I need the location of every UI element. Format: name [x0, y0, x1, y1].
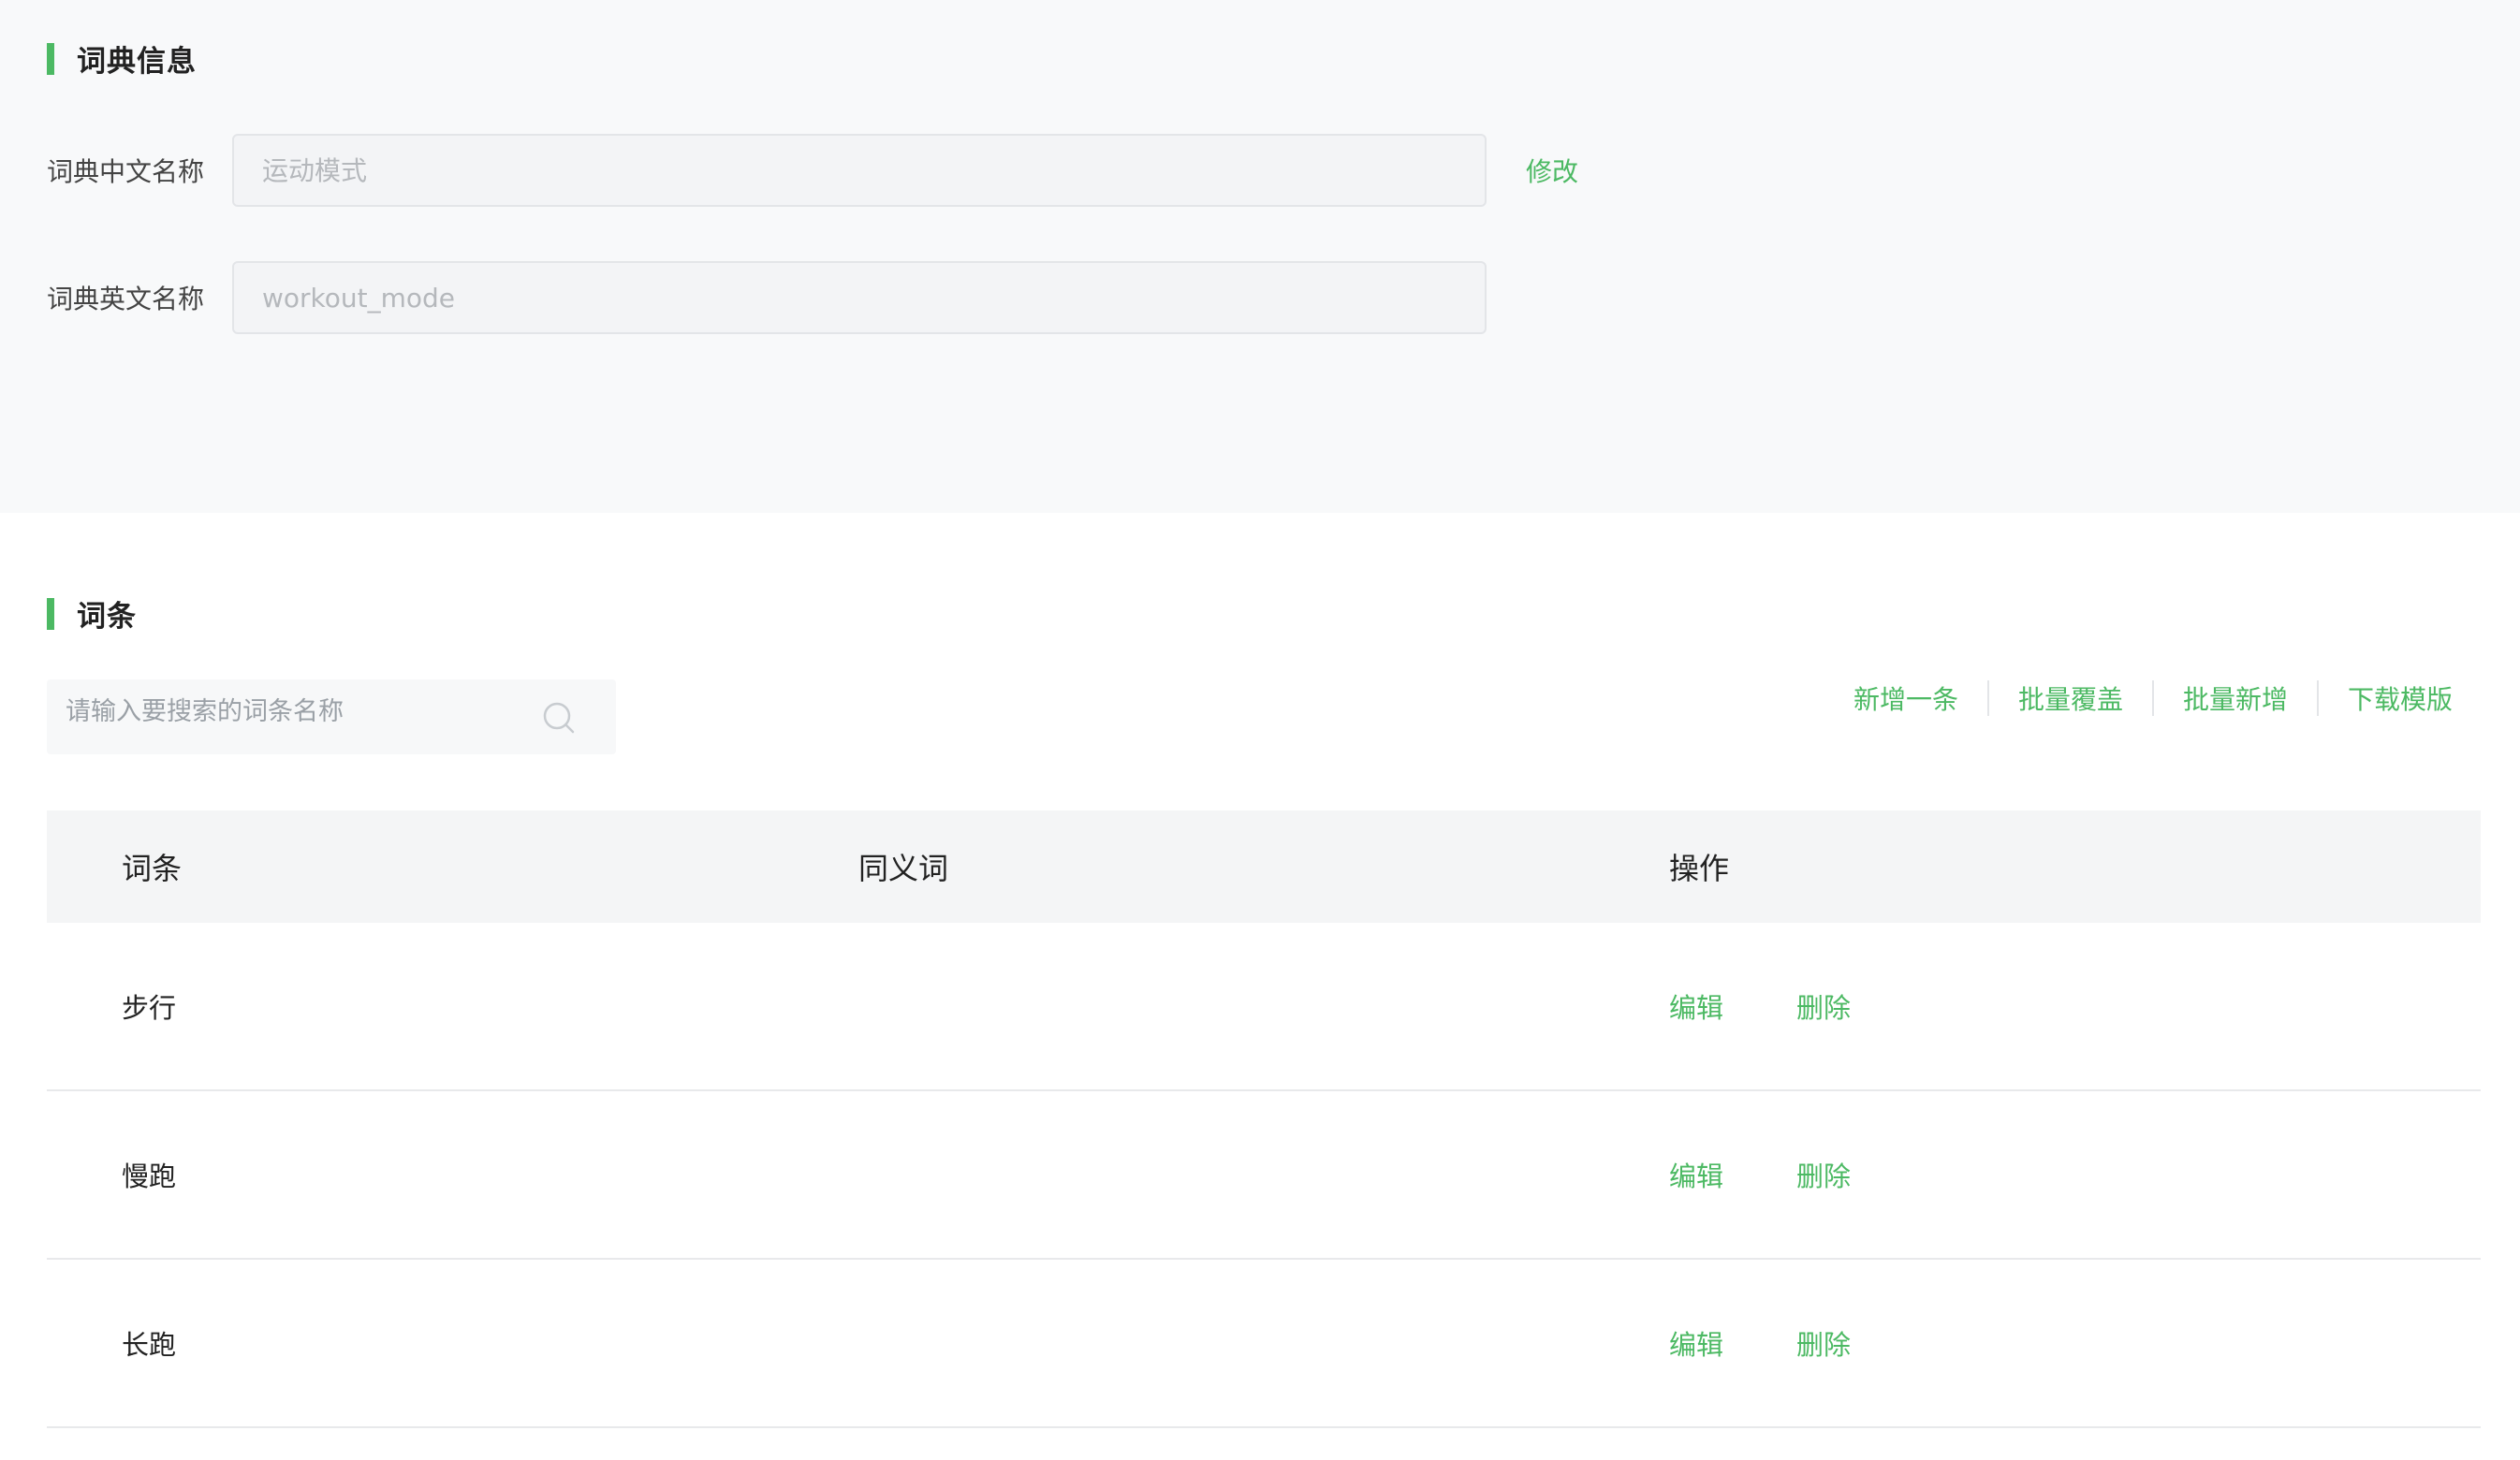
actions-cell: 编辑 删除	[1669, 1323, 2481, 1363]
delete-entry-button[interactable]: 删除	[1796, 1155, 1851, 1194]
entry-cell: 步行	[122, 992, 177, 1024]
dictionary-info-header: 词典信息	[47, 37, 197, 80]
english-name-field[interactable]	[232, 261, 1487, 334]
table-header-row: 词条 同义词 操作	[47, 810, 2481, 923]
download-template-button[interactable]: 下载模版	[2319, 679, 2453, 717]
delete-entry-button[interactable]: 删除	[1796, 1323, 1851, 1363]
chinese-name-label: 词典中文名称	[47, 156, 205, 187]
delete-entry-button[interactable]: 删除	[1796, 986, 1851, 1026]
edit-entry-button[interactable]: 编辑	[1669, 1155, 1723, 1194]
dictionary-info-panel: 词典信息 词典中文名称 修改 词典英文名称	[0, 0, 2520, 513]
column-header-entry: 词条	[122, 851, 183, 886]
english-name-row: 词典英文名称	[47, 260, 1487, 335]
chinese-name-row: 词典中文名称 修改	[47, 133, 1578, 208]
modify-button[interactable]: 修改	[1526, 152, 1578, 189]
column-header-actions: 操作	[1669, 851, 1730, 886]
section-accent-bar	[47, 597, 54, 630]
table-row: 步行 编辑 删除	[47, 923, 2481, 1091]
search-icon[interactable]	[541, 700, 579, 737]
batch-add-button[interactable]: 批量新增	[2154, 679, 2317, 717]
entry-search-box	[47, 679, 616, 754]
entries-toolbar: 新增一条 批量覆盖 批量新增 下载模版	[1824, 679, 2453, 717]
section-accent-bar	[47, 42, 54, 75]
chinese-name-field[interactable]	[232, 134, 1487, 207]
table-row: 长跑 编辑 删除	[47, 1260, 2481, 1428]
entry-cell: 长跑	[122, 1329, 177, 1361]
entries-table: 词条 同义词 操作 步行 编辑 删除 慢跑 编辑 删除 长跑 编辑 删除	[47, 810, 2481, 1428]
entry-search-input[interactable]	[47, 685, 534, 737]
actions-cell: 编辑 删除	[1669, 1155, 2481, 1194]
actions-cell: 编辑 删除	[1669, 986, 2481, 1026]
add-one-button[interactable]: 新增一条	[1824, 679, 1987, 717]
english-name-label: 词典英文名称	[47, 284, 205, 314]
entries-header: 词条	[47, 592, 137, 635]
edit-entry-button[interactable]: 编辑	[1669, 986, 1723, 1026]
entries-title: 词条	[77, 600, 137, 634]
edit-entry-button[interactable]: 编辑	[1669, 1323, 1723, 1363]
dictionary-info-title: 词典信息	[77, 45, 197, 79]
column-header-synonyms: 同义词	[858, 851, 949, 886]
batch-overwrite-button[interactable]: 批量覆盖	[1989, 679, 2152, 717]
dictionary-detail-page: 词典信息 词典中文名称 修改 词典英文名称 词条 新增一条 批量覆盖 批量新增 …	[0, 0, 2520, 1460]
table-row: 慢跑 编辑 删除	[47, 1091, 2481, 1260]
entry-cell: 慢跑	[122, 1161, 177, 1192]
